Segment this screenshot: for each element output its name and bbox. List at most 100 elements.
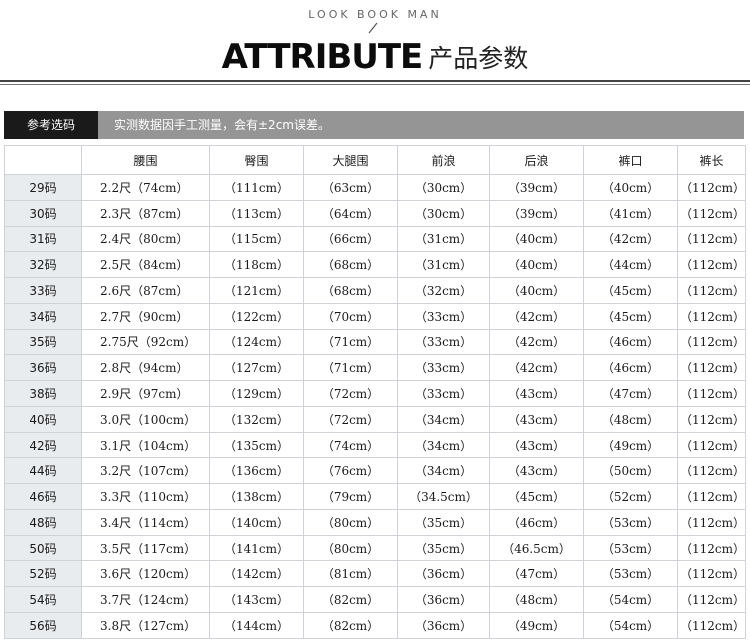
- cell-leg-opening: （47cm）: [583, 380, 678, 407]
- cell-front-rise: （33cm）: [397, 328, 490, 356]
- table-row: 35码 2.75尺（92cm） （124cm） （71cm） （33cm） （42cm）（…: [4, 328, 746, 356]
- table-row: 42码 3.1尺（104cm） （135cm） （74cm） （34cm） （43cm）（…: [4, 431, 746, 459]
- cell-waist: 3.4尺（114cm）: [81, 508, 210, 536]
- cell-length: （112cm）: [677, 328, 746, 356]
- cell-thigh: （64cm）: [303, 199, 398, 227]
- size-table-body: 29码 2.2尺（74cm） （111cm） （63cm） （30cm） （39cm） （4…: [4, 174, 746, 639]
- cell-thigh: （68cm）: [303, 277, 398, 304]
- cell-waist: 3.8尺（127cm）: [81, 612, 210, 639]
- cell-front-rise: （34cm）: [397, 431, 490, 459]
- cell-front-rise: （31cm）: [397, 225, 490, 253]
- cell-hip: （135cm）: [209, 431, 304, 459]
- table-row: 29码 2.2尺（74cm） （111cm） （63cm） （30cm） （39cm） （4…: [4, 174, 746, 201]
- cell-back-rise: （42cm）: [489, 302, 584, 330]
- column-header-length: 裤长: [677, 145, 746, 175]
- cell-front-rise: （32cm）: [397, 277, 490, 304]
- cell-thigh: （72cm）: [303, 380, 398, 407]
- cell-back-rise: （42cm）: [489, 328, 584, 356]
- table-row: 52码 3.6尺（120cm） （142cm） （81cm） （36cm） （47cm）（…: [4, 560, 746, 588]
- cell-hip: （115cm）: [209, 225, 304, 253]
- cell-waist: 2.3尺（87cm）: [81, 199, 210, 227]
- cell-waist: 2.9尺（97cm）: [81, 380, 210, 407]
- cell-back-rise: （43cm）: [489, 380, 584, 407]
- cell-hip: （132cm）: [209, 405, 304, 433]
- cell-waist: 2.2尺（74cm）: [81, 174, 210, 201]
- cell-front-rise: （30cm）: [397, 199, 490, 227]
- table-row: 46码 3.3尺（110cm） （138cm） （79cm） （34.5cm） （45cm…: [4, 483, 746, 510]
- cell-thigh: （63cm）: [303, 174, 398, 201]
- cell-leg-opening: （42cm）: [583, 225, 678, 253]
- cell-size: 40码: [4, 405, 82, 433]
- cell-thigh: （68cm）: [303, 251, 398, 279]
- cell-thigh: （80cm）: [303, 508, 398, 536]
- cell-back-rise: （43cm）: [489, 405, 584, 433]
- column-header-front-rise: 前浪: [397, 145, 490, 175]
- cell-waist: 2.6尺（87cm）: [81, 277, 210, 304]
- cell-length: （112cm）: [677, 199, 746, 227]
- cell-waist: 2.4尺（80cm）: [81, 225, 210, 253]
- cell-thigh: （79cm）: [303, 483, 398, 510]
- cell-length: （112cm）: [677, 483, 746, 510]
- cell-length: （112cm）: [677, 612, 746, 639]
- table-header-row: 腰围 臀围 大腿围 前浪 后浪 裤口 裤长: [4, 145, 746, 175]
- cell-length: （112cm）: [677, 277, 746, 304]
- column-header-hip: 臀围: [209, 145, 304, 175]
- cell-leg-opening: （54cm）: [583, 612, 678, 639]
- cell-hip: （144cm）: [209, 612, 304, 639]
- cell-leg-opening: （40cm）: [583, 174, 678, 201]
- table-row: 30码 2.3尺（87cm） （113cm） （64cm） （30cm） （39cm） （4…: [4, 199, 746, 227]
- page-title: ATTRIBUTE 产品参数: [0, 37, 750, 77]
- cell-front-rise: （35cm）: [397, 534, 490, 562]
- cell-front-rise: （33cm）: [397, 302, 490, 330]
- cell-thigh: （82cm）: [303, 612, 398, 639]
- cell-hip: （136cm）: [209, 457, 304, 485]
- cell-front-rise: （34.5cm）: [397, 483, 490, 510]
- cell-thigh: （70cm）: [303, 302, 398, 330]
- cell-size: 34码: [4, 302, 82, 330]
- cell-front-rise: （33cm）: [397, 354, 490, 382]
- cell-size: 42码: [4, 431, 82, 459]
- cell-leg-opening: （49cm）: [583, 431, 678, 459]
- table-row: 56码 3.8尺（127cm） （144cm） （82cm） （36cm） （49cm）（…: [4, 612, 746, 639]
- cell-hip: （143cm）: [209, 586, 304, 614]
- cell-hip: （127cm）: [209, 354, 304, 382]
- cell-hip: （140cm）: [209, 508, 304, 536]
- cell-leg-opening: （46cm）: [583, 328, 678, 356]
- size-guide-banner: 参考选码 实测数据因手工测量，会有±2cm误差。: [4, 111, 744, 139]
- cell-size: 32码: [4, 251, 82, 279]
- cell-back-rise: （47cm）: [489, 560, 584, 588]
- cell-hip: （121cm）: [209, 277, 304, 304]
- cell-leg-opening: （45cm）: [583, 302, 678, 330]
- column-header-waist: 腰围: [81, 145, 210, 175]
- cell-size: 38码: [4, 380, 82, 407]
- cell-back-rise: （39cm）: [489, 199, 584, 227]
- cell-thigh: （80cm）: [303, 534, 398, 562]
- table-row: 32码 2.5尺（84cm） （118cm） （68cm） （31cm） （40cm） （4…: [4, 251, 746, 279]
- table-row: 48码 3.4尺（114cm） （140cm） （80cm） （35cm） （46cm）（…: [4, 508, 746, 536]
- cell-thigh: （71cm）: [303, 328, 398, 356]
- cell-size: 29码: [4, 174, 82, 201]
- cell-leg-opening: （52cm）: [583, 483, 678, 510]
- cell-hip: （124cm）: [209, 328, 304, 356]
- cell-size: 44码: [4, 457, 82, 485]
- cell-size: 56码: [4, 612, 82, 639]
- cell-back-rise: （48cm）: [489, 586, 584, 614]
- table-row: 31码 2.4尺（80cm） （115cm） （66cm） （31cm） （40cm） （4…: [4, 225, 746, 253]
- cell-leg-opening: （53cm）: [583, 508, 678, 536]
- cell-waist: 3.5尺（117cm）: [81, 534, 210, 562]
- cell-size: 36码: [4, 354, 82, 382]
- table-row: 36码 2.8尺（94cm） （127cm） （71cm） （33cm） （42cm） （4…: [4, 354, 746, 382]
- cell-thigh: （74cm）: [303, 431, 398, 459]
- cell-waist: 3.7尺（124cm）: [81, 586, 210, 614]
- cell-thigh: （71cm）: [303, 354, 398, 382]
- cell-length: （112cm）: [677, 251, 746, 279]
- cell-back-rise: （42cm）: [489, 354, 584, 382]
- cell-length: （112cm）: [677, 431, 746, 459]
- cell-front-rise: （36cm）: [397, 612, 490, 639]
- cell-size: 52码: [4, 560, 82, 588]
- cell-thigh: （82cm）: [303, 586, 398, 614]
- cell-front-rise: （36cm）: [397, 560, 490, 588]
- table-row: 38码 2.9尺（97cm） （129cm） （72cm） （33cm） （43cm） （4…: [4, 380, 746, 407]
- table-row: 50码 3.5尺（117cm） （141cm） （80cm） （35cm） （46.5cm…: [4, 534, 746, 562]
- cell-length: （112cm）: [677, 354, 746, 382]
